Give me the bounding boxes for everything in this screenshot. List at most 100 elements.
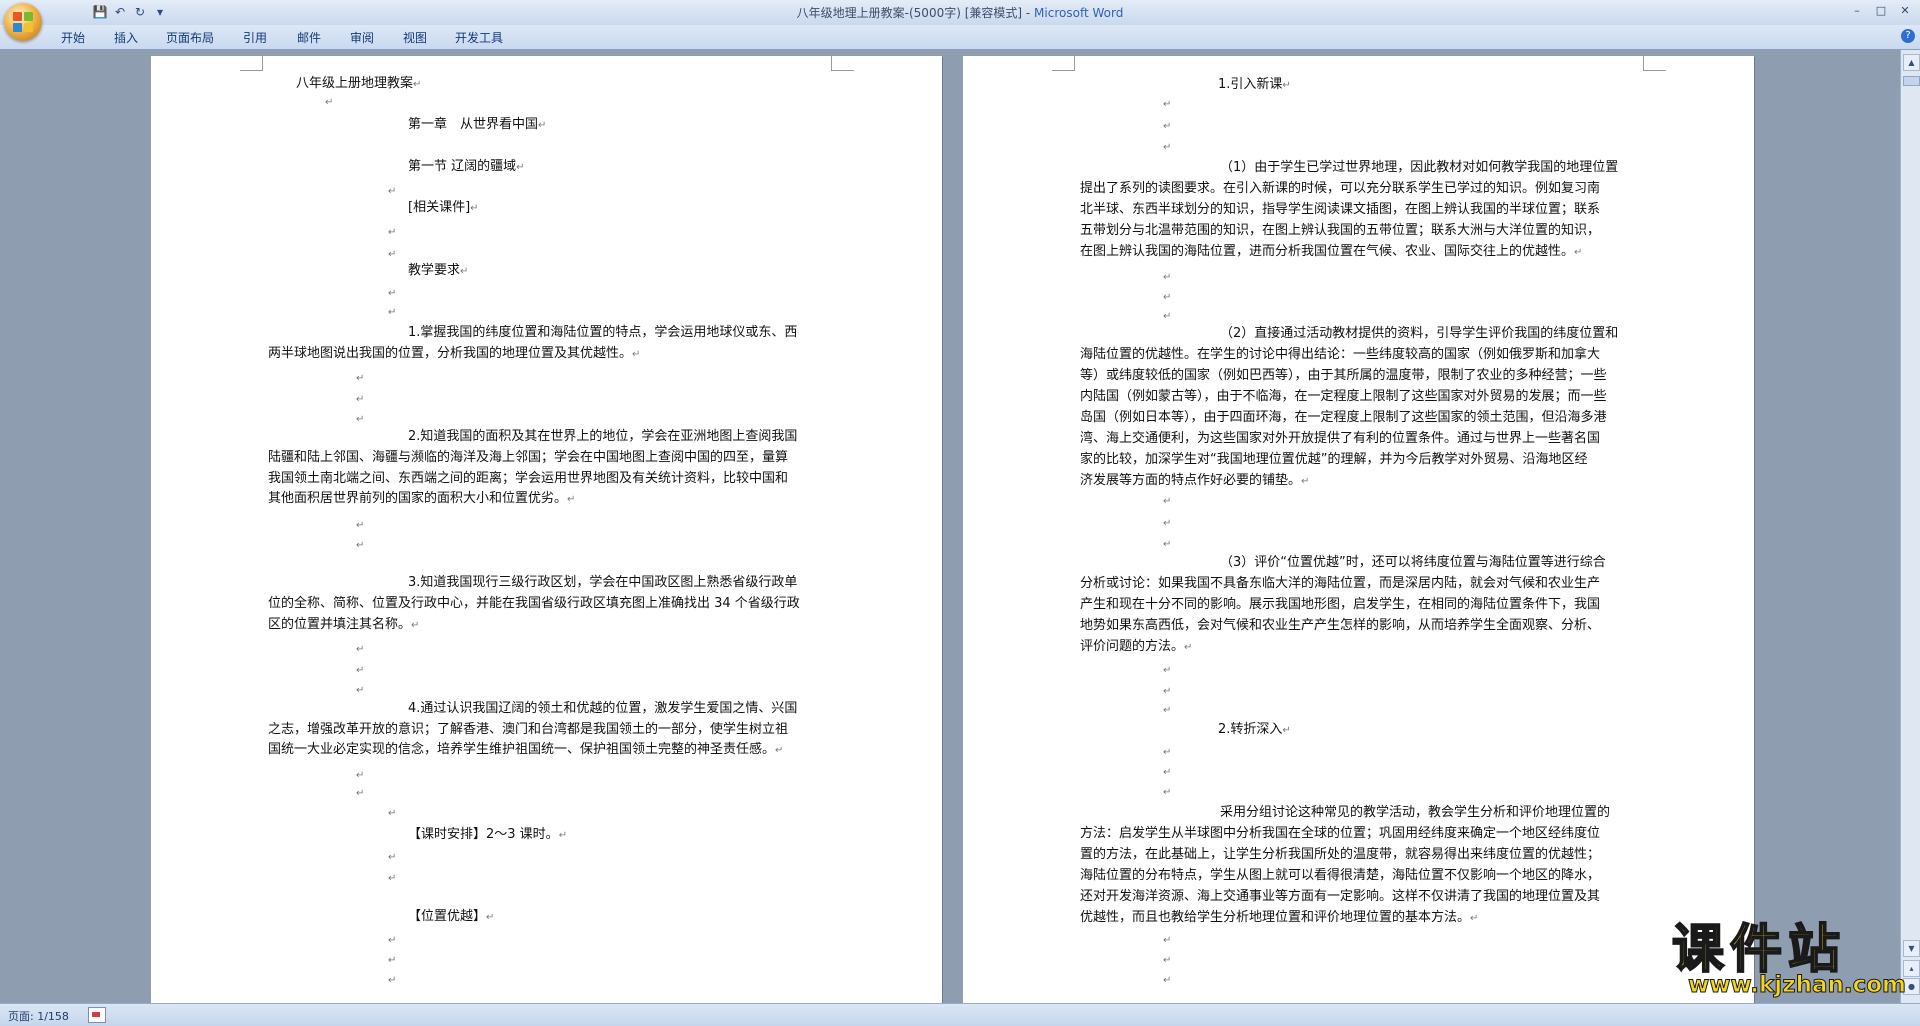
text-line: （2）直接通过活动教材提供的资料，引导学生评价我国的纬度位置和 (1220, 326, 1619, 341)
text-line: 八年级上册地理教案↵ (296, 76, 422, 91)
paragraph-mark-icon: ↵ (388, 249, 397, 260)
scroll-up-icon[interactable]: ▲ (1903, 54, 1920, 71)
text-line: 五带划分与北温带范围的知识，在图上辨认我国的五带位置；联系大洲与大洋位置的知识， (1080, 223, 1601, 238)
text-line: 【课时安排】2～3 课时。↵ (408, 827, 568, 842)
office-logo-icon (13, 12, 33, 32)
tab-mailings[interactable]: 邮件 (297, 29, 321, 46)
close-button[interactable]: ✕ (1894, 2, 1916, 19)
paragraph-mark-icon: ↵ (1163, 747, 1172, 758)
margin-corner (1643, 56, 1666, 71)
paragraph-mark-icon: ↵ (1574, 247, 1583, 258)
text-line: 在图上辨认我国的海陆位置，进而分析我国位置在气候、农业、国际交往上的优越性。↵ (1080, 244, 1583, 259)
paragraph-mark-icon: ↵ (1163, 767, 1172, 778)
paragraph-mark-icon: ↵ (1163, 272, 1172, 283)
text-line: 内陆国（例如蒙古等），由于不临海，在一定程度上限制了这些国家对外贸易的发展；而一… (1080, 389, 1607, 404)
paragraph-mark-icon: ↵ (1163, 142, 1172, 153)
tab-view[interactable]: 视图 (403, 29, 427, 46)
paragraph-mark-icon: ↵ (411, 620, 420, 631)
text-line: 陆疆和陆上邻国、海疆与濒临的海洋及海上邻国；学会在中国地图上查阅中国的四至，量算 (268, 450, 789, 465)
paragraph-mark-icon: ↵ (1163, 99, 1172, 110)
paragraph-mark-icon: ↵ (1163, 292, 1172, 303)
text-line: 北半球、东西半球划分的知识，指导学生阅读课文插图，在图上辨认我国的半球位置；联系 (1080, 202, 1601, 217)
tab-review[interactable]: 审阅 (350, 29, 374, 46)
paragraph-mark-icon: ↵ (558, 830, 568, 841)
tab-page-layout[interactable]: 页面布局 (166, 29, 214, 46)
paragraph-mark-icon: ↵ (388, 873, 397, 884)
paragraph-mark-icon: ↵ (1301, 476, 1310, 487)
document-page-1[interactable]: 八年级上册地理教案↵ 第一章 从世界看中国↵ 第一节 辽阔的疆域↵ [相关课件]↵ 教学… (151, 56, 942, 1003)
text-line: 位的全称、简称、位置及行政中心，并能在我国省级行政区填充图上准确找出 34 个省… (268, 596, 800, 611)
minimize-button[interactable]: – (1846, 2, 1868, 19)
text-line: 家的比较，加深学生对“我国地理位置优越”的理解，并为今后教学对外贸易、沿海地区经 (1080, 452, 1588, 467)
paragraph-mark-icon: ↵ (388, 935, 397, 946)
proofing-icon[interactable] (88, 1007, 106, 1023)
text-line: 置的方法，在此基础上，让学生分析我国所处的温度带，就容易得出来纬度位置的优越性； (1080, 847, 1601, 862)
paragraph-mark-icon: ↵ (1163, 975, 1172, 986)
paragraph-mark-icon: ↵ (567, 494, 576, 505)
title-separator: - (1022, 6, 1035, 20)
paragraph-mark-icon: ↵ (325, 97, 334, 108)
paragraph-mark-icon: ↵ (516, 162, 525, 173)
tab-home[interactable]: 开始 (61, 29, 85, 46)
paragraph-mark-icon: ↵ (356, 394, 365, 405)
text-line: 1.引入新课↵ (1218, 77, 1291, 92)
scroll-down-icon[interactable]: ▼ (1903, 940, 1920, 957)
text-line: 1.掌握我国的纬度位置和海陆位置的特点，学会运用地球仪或东、西 (408, 325, 798, 340)
title-bar: 💾 ↶ ↻ ▾ 八年级地理上册教案-(5000字) [兼容模式] - Micro… (0, 0, 1920, 25)
paragraph-mark-icon: ↵ (1163, 518, 1172, 529)
document-area: 八年级上册地理教案↵ 第一章 从世界看中国↵ 第一节 辽阔的疆域↵ [相关课件]↵ 教学… (0, 50, 1900, 1003)
watermark-url: www.kjzhan.com (1688, 972, 1907, 999)
text-line: 【位置优越】↵ (408, 909, 495, 924)
paragraph-mark-icon: ↵ (632, 349, 641, 360)
text-line: 3.知道我国现行三级行政区划，学会在中国政区图上熟悉省级行政单 (408, 575, 798, 590)
paragraph-mark-icon: ↵ (356, 644, 365, 655)
paragraph-mark-icon: ↵ (1163, 686, 1172, 697)
scroll-thumb[interactable] (1903, 76, 1920, 86)
paragraph-mark-icon: ↵ (486, 912, 495, 923)
maximize-button[interactable]: □ (1870, 2, 1892, 19)
paragraph-mark-icon: ↵ (356, 685, 365, 696)
paragraph-mark-icon: ↵ (388, 975, 397, 986)
text-line: 两半球地图说出我国的位置，分析我国的地理位置及其优越性。↵ (268, 346, 641, 361)
vertical-scrollbar[interactable]: ▲ ▼ ▴ ● (1900, 50, 1920, 1003)
paragraph-mark-icon: ↵ (460, 266, 469, 277)
text-line: 第一节 辽阔的疆域↵ (408, 159, 525, 174)
text-line: 4.通过认识我国辽阔的领土和优越的位置，激发学生爱国之情、兴国 (408, 701, 798, 716)
paragraph-mark-icon: ↵ (356, 540, 365, 551)
paragraph-mark-icon: ↵ (388, 808, 397, 819)
tab-developer[interactable]: 开发工具 (455, 29, 503, 46)
paragraph-mark-icon: ↵ (1163, 121, 1172, 132)
document-title: 八年级地理上册教案-(5000字) [兼容模式] (796, 6, 1023, 20)
page-indicator[interactable]: 页面: 1/158 (8, 1008, 69, 1024)
tab-references[interactable]: 引用 (243, 29, 267, 46)
paragraph-mark-icon: ↵ (1163, 496, 1172, 507)
help-icon[interactable]: ? (1901, 29, 1915, 43)
text-line: 海陆位置的优越性。在学生的讨论中得出结论：一些纬度较高的国家（例如俄罗斯和加拿大 (1080, 347, 1601, 362)
text-line: 国统一大业必定实现的信念，培养学生维护祖国统一、保护祖国领土完整的神圣责任感。↵ (268, 742, 784, 757)
paragraph-mark-icon: ↵ (388, 307, 397, 318)
text-line: 分析或讨论：如果我国不具备东临大洋的海陆位置，而是深居内陆，就会对气候和农业生产 (1080, 576, 1601, 591)
margin-corner (1052, 56, 1075, 71)
paragraph-mark-icon: ↵ (356, 414, 365, 425)
paragraph-mark-icon: ↵ (1470, 913, 1479, 924)
watermark-logo: 课件站 (1671, 920, 1847, 980)
text-line: 产生和现在十分不同的影响。展示我国地形图，启发学生，在相同的海陆位置条件下，我国 (1080, 597, 1601, 612)
office-button[interactable] (4, 3, 42, 41)
paragraph-mark-icon: ↵ (356, 665, 365, 676)
text-line: 海陆位置的分布特点，学生从图上就可以看得很清楚，海陆位置不仅影响一个地区的降水， (1080, 868, 1601, 883)
paragraph-mark-icon: ↵ (413, 79, 422, 90)
text-line: 湾、海上交通便利，为这些国家对外开放提供了有利的位置条件。通过与世界上一些著名国 (1080, 431, 1601, 446)
paragraph-mark-icon: ↵ (1163, 935, 1172, 946)
document-page-2[interactable]: 1.引入新课↵ （1）由于学生已学过世界地理，因此教材对如何教学我国的地理位置 提出… (963, 56, 1754, 1003)
paragraph-mark-icon: ↵ (356, 520, 365, 531)
text-line: 之志，增强改革开放的意识；了解香港、澳门和台湾都是我国领土的一部分，使学生树立祖 (268, 722, 789, 737)
window-title: 八年级地理上册教案-(5000字) [兼容模式] - Microsoft Wor… (0, 4, 1920, 21)
tab-insert[interactable]: 插入 (114, 29, 138, 46)
paragraph-mark-icon: ↵ (388, 227, 397, 238)
text-line: 还对开发海洋资源、海上交通事业等方面有一定影响。这样不仅讲清了我国的地理位置及其 (1080, 889, 1601, 904)
text-line: 济发展等方面的特点作好必要的铺垫。↵ (1080, 473, 1310, 488)
text-line: 其他面积居世界前列的国家的面积大小和位置优劣。↵ (268, 491, 576, 506)
text-line: [相关课件]↵ (408, 200, 479, 215)
margin-corner (240, 56, 263, 71)
paragraph-mark-icon: ↵ (356, 788, 365, 799)
